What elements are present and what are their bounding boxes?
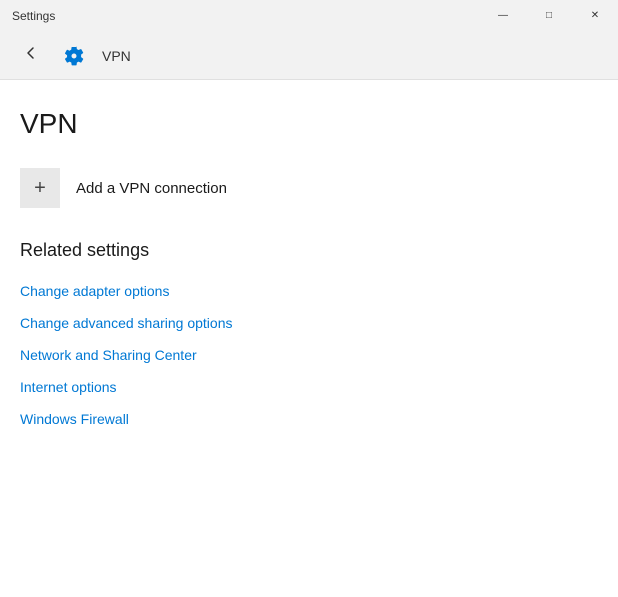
- close-icon: ✕: [591, 11, 599, 21]
- related-settings-section: Related settings Change adapter options …: [20, 240, 598, 433]
- back-arrow-icon: [23, 45, 39, 66]
- title-bar: Settings — □ ✕: [0, 0, 618, 32]
- link-internet-options[interactable]: Internet options: [20, 373, 117, 401]
- main-content: VPN + Add a VPN connection Related setti…: [0, 80, 618, 597]
- link-change-advanced-sharing[interactable]: Change advanced sharing options: [20, 309, 233, 337]
- add-vpn-label[interactable]: Add a VPN connection: [60, 180, 227, 197]
- close-button[interactable]: ✕: [572, 0, 618, 32]
- title-bar-controls: — □ ✕: [480, 0, 618, 32]
- minimize-icon: —: [498, 11, 508, 21]
- link-network-sharing-center[interactable]: Network and Sharing Center: [20, 341, 197, 369]
- add-vpn-container: + Add a VPN connection: [20, 168, 598, 208]
- maximize-icon: □: [546, 11, 552, 21]
- back-button[interactable]: [16, 41, 46, 71]
- minimize-button[interactable]: —: [480, 0, 526, 32]
- link-windows-firewall[interactable]: Windows Firewall: [20, 405, 129, 433]
- title-bar-left: Settings: [12, 9, 55, 23]
- window-title: Settings: [12, 9, 55, 23]
- header-gear-icon: [62, 44, 86, 68]
- related-links-list: Change adapter options Change advanced s…: [20, 277, 598, 433]
- plus-icon: +: [34, 177, 46, 200]
- header-bar: VPN: [0, 32, 618, 80]
- link-change-adapter-options[interactable]: Change adapter options: [20, 277, 169, 305]
- related-settings-heading: Related settings: [20, 240, 598, 261]
- maximize-button[interactable]: □: [526, 0, 572, 32]
- page-title: VPN: [20, 108, 598, 140]
- header-title: VPN: [102, 48, 131, 64]
- settings-window: Settings — □ ✕ VPN: [0, 0, 618, 597]
- add-vpn-button[interactable]: +: [20, 168, 60, 208]
